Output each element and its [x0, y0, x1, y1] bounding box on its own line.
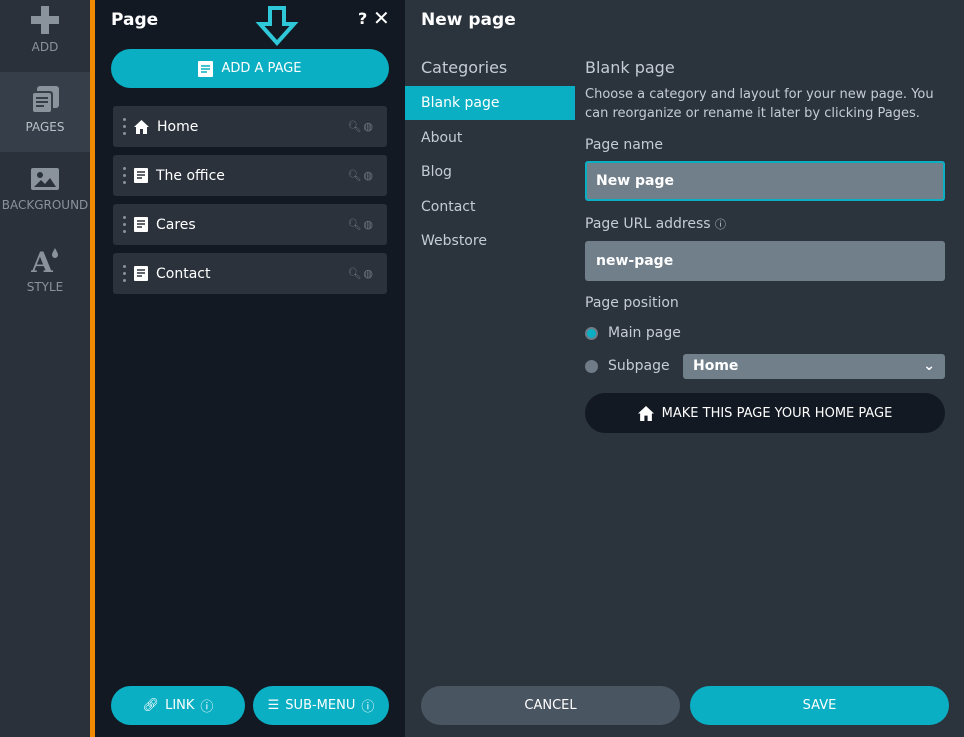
parent-page-select[interactable]: Home ⌄: [683, 354, 945, 379]
rail-background[interactable]: BACKGROUND: [0, 152, 90, 232]
chevron-down-icon: ⌄: [923, 358, 935, 374]
category-blank-page[interactable]: Blank page: [405, 86, 575, 120]
svg-text:A: A: [31, 246, 54, 274]
page-url-input[interactable]: new-page: [585, 241, 945, 281]
page-item-contact[interactable]: Contact 🔍︎◍: [113, 253, 387, 294]
arrow-down-icon: [255, 6, 299, 46]
submenu-icon: ☰: [267, 698, 280, 713]
help-button[interactable]: ?: [358, 9, 367, 28]
close-button[interactable]: ✕: [373, 6, 390, 30]
rail-style[interactable]: A STYLE: [0, 232, 90, 312]
category-contact[interactable]: Contact: [405, 190, 575, 224]
plus-icon: [31, 6, 59, 34]
page-icon: [134, 217, 148, 232]
subpage-radio[interactable]: [585, 360, 598, 373]
cancel-button[interactable]: CANCEL: [421, 686, 680, 725]
page-icon: [134, 266, 148, 281]
left-rail: ADD PAGES BACKGROUND A STYLE: [0, 0, 90, 737]
dialog-title: New page: [421, 10, 516, 30]
page-tools-icons[interactable]: 🔍︎◍: [347, 218, 375, 231]
page-tools-icons[interactable]: 🔍︎◍: [347, 169, 375, 182]
page-item-cares[interactable]: Cares 🔍︎◍: [113, 204, 387, 245]
page-tools-icons[interactable]: 🔍︎◍: [347, 120, 375, 133]
home-icon: [637, 405, 654, 421]
page-url-label: Page URL address ⓘ: [585, 216, 727, 232]
submenu-button[interactable]: ☰ SUB-MENU ⓘ: [253, 686, 389, 725]
drag-handle[interactable]: [123, 118, 126, 135]
rail-add[interactable]: ADD: [0, 0, 90, 80]
form-description: Choose a category and layout for your ne…: [585, 87, 934, 121]
help-icon[interactable]: ⓘ: [715, 218, 726, 231]
page-name-label: Page name: [585, 137, 664, 153]
link-button[interactable]: 🔗︎ LINK ⓘ: [111, 686, 245, 725]
category-webstore[interactable]: Webstore: [405, 224, 575, 258]
drag-handle[interactable]: [123, 265, 126, 282]
main-page-radio[interactable]: [585, 327, 598, 340]
page-icon: [198, 60, 214, 77]
category-about[interactable]: About: [405, 121, 575, 155]
page-icon: [134, 168, 148, 183]
page-tools-icons[interactable]: 🔍︎◍: [347, 267, 375, 280]
page-item-home[interactable]: Home 🔍︎◍: [113, 106, 387, 147]
help-icon: ⓘ: [361, 700, 375, 715]
drag-handle[interactable]: [123, 167, 126, 184]
home-icon: [134, 119, 149, 134]
page-position-label: Page position: [585, 295, 679, 311]
pages-icon: [31, 86, 59, 114]
pages-panel: Page ? ✕ ADD A PAGE Home 🔍︎◍ The office …: [95, 0, 405, 737]
panel-title: Page: [111, 10, 159, 30]
rail-pages[interactable]: PAGES: [0, 72, 90, 152]
make-home-page-button[interactable]: MAKE THIS PAGE YOUR HOME PAGE: [585, 393, 945, 433]
drag-handle[interactable]: [123, 216, 126, 233]
link-icon: 🔗︎: [142, 698, 160, 713]
save-button[interactable]: SAVE: [690, 686, 949, 725]
image-icon: [31, 168, 59, 190]
help-icon: ⓘ: [200, 700, 214, 715]
subpage-label: Subpage: [608, 358, 670, 374]
form: Blank page Choose a category and layout …: [585, 58, 945, 123]
categories-heading: Categories: [421, 58, 508, 77]
category-blog[interactable]: Blog: [405, 155, 575, 189]
style-icon: A: [31, 246, 58, 274]
page-name-input[interactable]: New page: [585, 161, 945, 201]
main-page-label: Main page: [608, 325, 681, 341]
form-heading: Blank page: [585, 58, 675, 77]
add-page-button[interactable]: ADD A PAGE: [111, 49, 389, 88]
page-item-the-office[interactable]: The office 🔍︎◍: [113, 155, 387, 196]
